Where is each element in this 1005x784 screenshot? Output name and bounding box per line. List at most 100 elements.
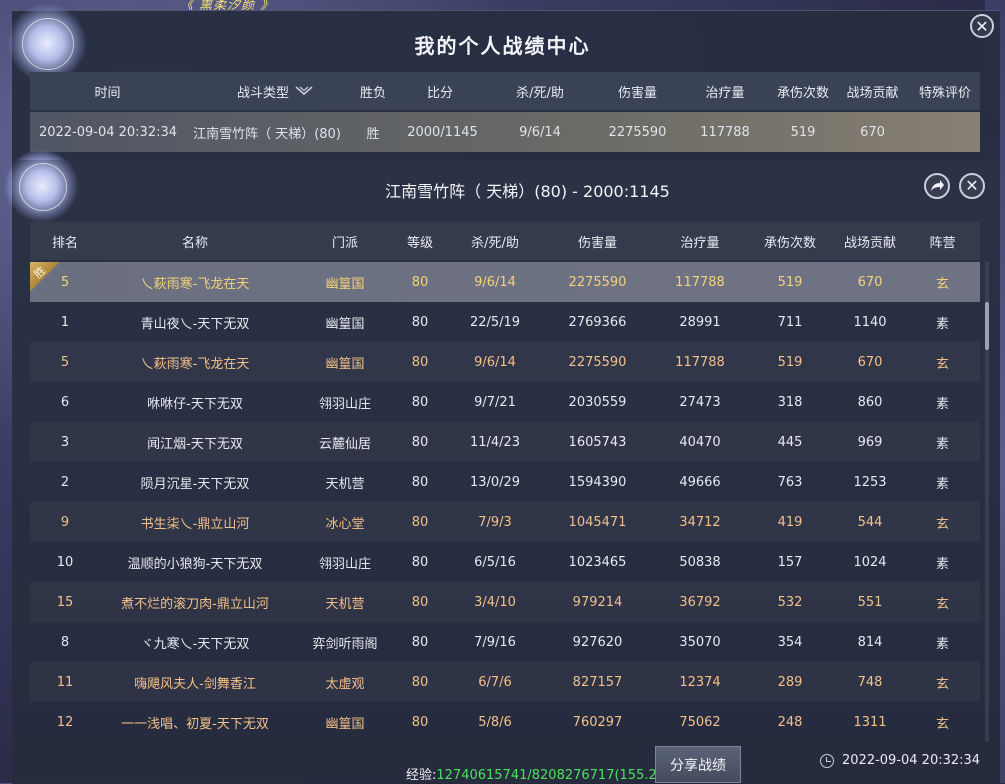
row-level: 80 xyxy=(411,394,429,410)
col-rank: 排名 xyxy=(51,235,78,251)
table-row[interactable]: 10 温顺的小狼狗-天下无双 翎羽山庄 80 6/5/16 1023465 50… xyxy=(30,542,980,582)
row-healing: 50838 xyxy=(679,554,721,570)
experience-readout: 经验:12740615741/8208276717(155.22%) xyxy=(406,764,682,783)
experience-value: 12740615741/8208276717(155.22%) xyxy=(436,768,683,783)
col-damage-taken-count: 承伤次数 xyxy=(763,235,816,251)
row-damage-taken-count: 354 xyxy=(777,634,803,650)
row-healing: 75062 xyxy=(679,714,721,730)
row-camp: 玄 xyxy=(935,596,949,612)
row-contribution: 814 xyxy=(857,634,883,650)
row-level: 80 xyxy=(411,674,429,690)
row-damage-taken-count: 419 xyxy=(777,514,803,530)
row-rank: 11 xyxy=(56,674,74,690)
row-damage: 1045471 xyxy=(568,514,627,530)
row-sect: 幽篁国 xyxy=(325,716,365,732)
col-contribution: 战场贡献 xyxy=(843,235,896,251)
share-button-icon[interactable] xyxy=(924,173,950,199)
row-damage: 927620 xyxy=(572,634,623,650)
row-sect: 幽篁国 xyxy=(325,316,365,332)
row-contribution: 670 xyxy=(857,274,883,290)
row-damage-taken-count: 248 xyxy=(777,714,803,730)
row-name: 书生柒乀-鼎立山河 xyxy=(140,516,250,532)
row-healing: 34712 xyxy=(679,514,721,530)
row-sect: 翎羽山庄 xyxy=(318,396,371,412)
table-row[interactable]: 5 乀萩雨寒-飞龙在天 幽篁国 80 9/6/14 2275590 117788… xyxy=(30,342,980,382)
record-time: 2022-09-04 20:32:34 xyxy=(38,124,178,140)
record-damage-taken-count: 519 xyxy=(790,124,816,140)
summary-record-row[interactable]: 2022-09-04 20:32:34 江南雪竹阵（ 天梯）(80) 胜 200… xyxy=(30,112,980,152)
row-rank: 5 xyxy=(60,354,70,370)
row-sect: 幽篁国 xyxy=(325,356,365,372)
row-damage-taken-count: 318 xyxy=(777,394,803,410)
row-name: 咻咻仔-天下无双 xyxy=(147,396,243,412)
share-record-button[interactable]: 分享战绩 xyxy=(655,746,741,783)
battle-detail-title: 江南雪竹阵（ 天梯）(80) - 2000:1145 xyxy=(385,182,670,201)
detail-close-button[interactable]: ✕ xyxy=(959,173,985,199)
row-damage: 2275590 xyxy=(568,354,627,370)
table-row[interactable]: 胜 5 乀萩雨寒-飞龙在天 幽篁国 80 9/6/14 2275590 1177… xyxy=(30,262,980,302)
close-button[interactable]: ✕ xyxy=(970,14,994,38)
detail-table-header: 排名 名称 门派 等级 杀/死/助 伤害量 治疗量 承伤次数 战场贡献 阵营 xyxy=(30,222,980,260)
col-name: 名称 xyxy=(181,235,208,251)
table-row[interactable]: 3 闻江烟-天下无双 云麓仙居 80 11/4/23 1605743 40470… xyxy=(30,422,980,462)
row-name: 青山夜乀-天下无双 xyxy=(140,316,250,332)
row-damage: 979214 xyxy=(572,594,623,610)
share-icon xyxy=(931,180,944,191)
row-sect: 幽篁国 xyxy=(325,276,365,292)
background-banner-text: 《 熏柔汐颜 》 xyxy=(180,0,275,13)
row-rank: 2 xyxy=(60,474,70,490)
table-row[interactable]: 15 煮不烂的滚刀肉-鼎立山河 天机营 80 3/4/10 979214 367… xyxy=(30,582,980,622)
row-camp: 素 xyxy=(935,556,949,572)
row-healing: 28991 xyxy=(679,314,721,330)
row-contribution: 1140 xyxy=(853,314,887,330)
row-rank: 3 xyxy=(60,434,70,450)
table-row[interactable]: 1 青山夜乀-天下无双 幽篁国 80 22/5/19 2769366 28991… xyxy=(30,302,980,342)
col-sect: 门派 xyxy=(331,235,358,251)
header-battle-type-label: 战斗类型 xyxy=(236,85,289,101)
row-damage-taken-count: 519 xyxy=(777,354,803,370)
row-healing: 117788 xyxy=(675,354,725,370)
row-damage: 827157 xyxy=(572,674,623,690)
table-row[interactable]: 11 嗨飓风夫人-剑舞香江 太虚观 80 6/7/6 827157 12374 … xyxy=(30,662,980,702)
row-healing: 40470 xyxy=(679,434,721,450)
row-level: 80 xyxy=(411,594,429,610)
row-healing: 27473 xyxy=(679,394,721,410)
close-icon: ✕ xyxy=(975,17,989,36)
summary-table-header: 时间 战斗类型 胜负 比分 杀/死/助 伤害量 治疗量 承伤次数 战场贡献 特殊… xyxy=(30,72,980,110)
row-damage-taken-count: 519 xyxy=(777,274,803,290)
record-win-loss: 胜 xyxy=(366,126,380,142)
header-battle-type[interactable]: 战斗类型 xyxy=(225,72,325,110)
col-level: 等级 xyxy=(406,235,433,251)
header-healing: 治疗量 xyxy=(705,85,745,101)
row-camp: 玄 xyxy=(935,516,949,532)
table-row[interactable]: 8 ヾ九寒乀-天下无双 弈剑听雨阁 80 7/9/16 927620 35070… xyxy=(30,622,980,662)
row-contribution: 969 xyxy=(857,434,883,450)
row-rank: 12 xyxy=(56,714,74,730)
row-damage: 2275590 xyxy=(568,274,627,290)
row-sect: 冰心堂 xyxy=(325,516,365,532)
row-sect: 云麓仙居 xyxy=(318,436,371,452)
header-kda: 杀/死/助 xyxy=(516,85,564,101)
header-damage: 伤害量 xyxy=(617,85,657,101)
row-healing: 49666 xyxy=(679,474,721,490)
row-healing: 12374 xyxy=(679,674,721,690)
row-rank: 6 xyxy=(60,394,70,410)
row-sect: 太虚观 xyxy=(325,676,365,692)
table-row[interactable]: 2 陨月沉星-天下无双 天机营 80 13/0/29 1594390 49666… xyxy=(30,462,980,502)
table-row[interactable]: 6 咻咻仔-天下无双 翎羽山庄 80 9/7/21 2030559 27473 … xyxy=(30,382,980,422)
table-row[interactable]: 9 书生柒乀-鼎立山河 冰心堂 80 7/9/3 1045471 34712 4… xyxy=(30,502,980,542)
row-damage: 2030559 xyxy=(568,394,627,410)
detail-scrollbar[interactable] xyxy=(985,262,989,742)
row-contribution: 748 xyxy=(857,674,883,690)
row-sect: 弈剑听雨阁 xyxy=(312,636,378,652)
row-name: 煮不烂的滚刀肉-鼎立山河 xyxy=(121,596,269,612)
row-damage-taken-count: 445 xyxy=(777,434,803,450)
experience-label: 经验: xyxy=(406,768,437,783)
header-win-loss: 胜负 xyxy=(359,85,386,101)
timestamp-text: 2022-09-04 20:32:34 xyxy=(842,753,981,768)
row-level: 80 xyxy=(411,554,429,570)
scroll-thumb[interactable] xyxy=(985,302,989,350)
table-row[interactable]: 12 一一浅唱、初夏-天下无双 幽篁国 80 5/8/6 760297 7506… xyxy=(30,702,980,742)
record-damage: 2275590 xyxy=(608,124,667,140)
row-kda: 5/8/6 xyxy=(478,714,512,730)
